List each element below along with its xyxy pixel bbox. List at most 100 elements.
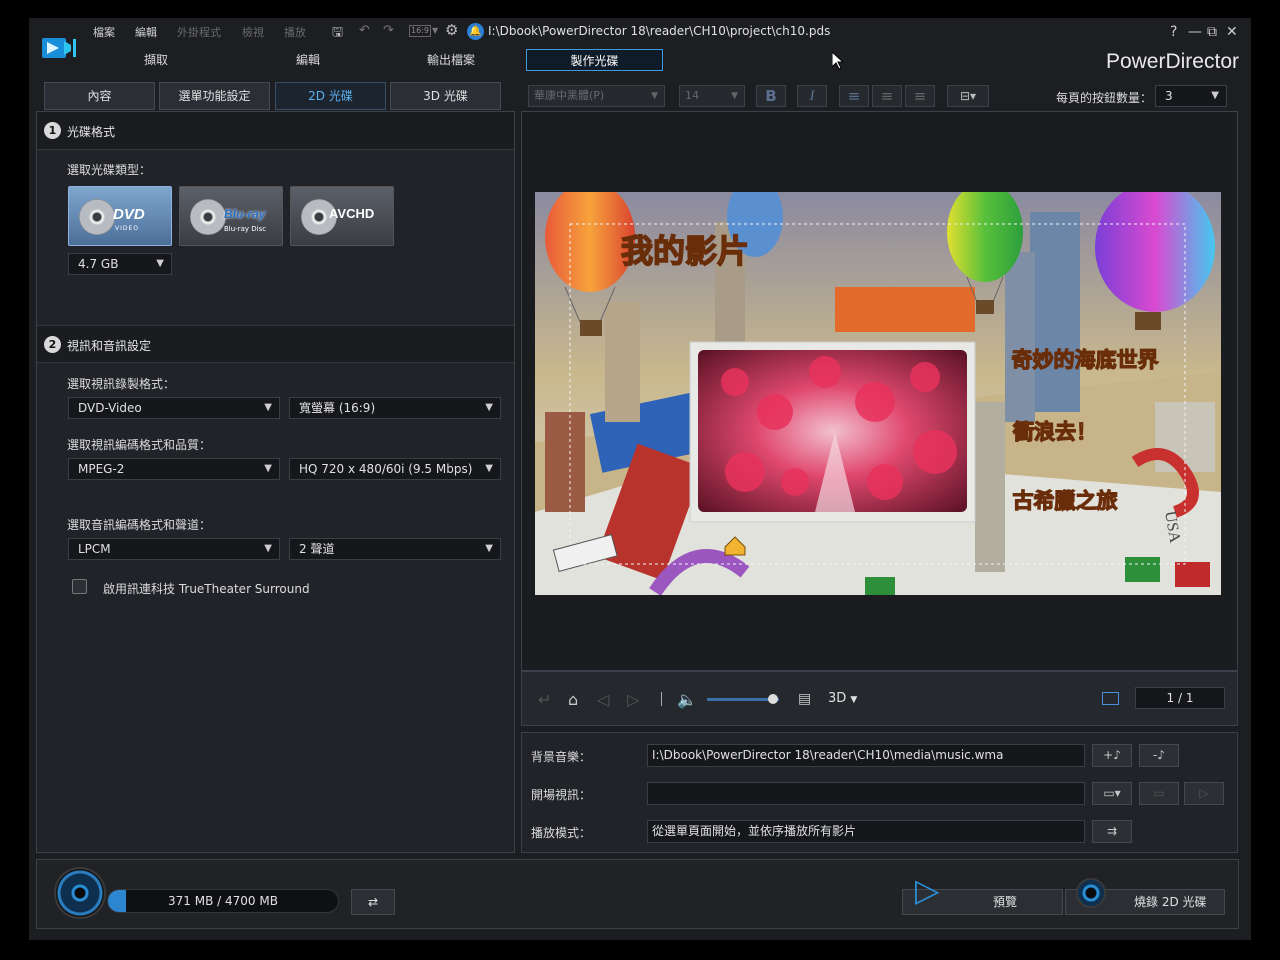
- video-quality-value: HQ 720 x 480/60i (9.5 Mbps): [299, 462, 473, 476]
- chevron-down-icon: ▼: [264, 402, 272, 413]
- font-select[interactable]: 華康中黑體(P) ▼: [528, 85, 665, 107]
- layout-grid-icon[interactable]: ⊟▾: [947, 85, 989, 107]
- play-mode-settings-button[interactable]: ⇉: [1092, 820, 1132, 843]
- help-button[interactable]: ?: [1170, 24, 1177, 40]
- align-left-icon[interactable]: ≡: [839, 85, 869, 107]
- align-center-icon[interactable]: ≡: [872, 85, 902, 107]
- menu-preview-item[interactable]: 衝浪去！: [1011, 419, 1097, 444]
- avchd-disc-button[interactable]: AVCHD: [290, 186, 394, 246]
- redo-icon[interactable]: ↷: [383, 23, 394, 38]
- dvd-disc-button[interactable]: DVD VIDEO: [68, 186, 172, 246]
- section-number: 1: [44, 122, 61, 139]
- intro-video-field[interactable]: [647, 782, 1085, 805]
- truetheater-checkbox[interactable]: [72, 579, 87, 594]
- menu-preview-item[interactable]: 古希臘之旅: [1012, 488, 1118, 513]
- menu-plugins[interactable]: 外掛程式: [177, 24, 221, 40]
- chevron-down-icon: ▼: [1211, 90, 1219, 101]
- font-size-value: 14: [685, 89, 699, 102]
- save-icon[interactable]: 🖫: [332, 23, 343, 45]
- intro-video-label: 開場視訊：: [531, 788, 592, 802]
- align-right-icon[interactable]: ≡: [905, 85, 935, 107]
- video-codec-select[interactable]: MPEG-2 ▼: [68, 458, 280, 480]
- burn-label: 燒錄 2D 光碟: [1134, 895, 1207, 909]
- menu-preview-title: 我的影片: [621, 232, 749, 270]
- mouse-cursor-icon: [831, 50, 845, 70]
- volume-icon[interactable]: 🔈: [677, 690, 697, 709]
- bg-music-field[interactable]: I:\Dbook\PowerDirector 18\reader\CH10\me…: [647, 744, 1085, 767]
- audio-channels-select[interactable]: 2 聲道 ▼: [289, 538, 501, 560]
- close-button[interactable]: ✕: [1226, 24, 1238, 40]
- tab-3d-disc[interactable]: 3D 光碟: [390, 82, 501, 110]
- menu-edit[interactable]: 編輯: [135, 24, 157, 40]
- safe-zone-icon[interactable]: [1102, 692, 1119, 705]
- buttons-per-page-select[interactable]: 3 ▼: [1155, 85, 1227, 107]
- burn-disc-button[interactable]: 燒錄 2D 光碟: [1065, 878, 1225, 915]
- app-logo-icon: [41, 35, 79, 61]
- tab-capture[interactable]: 擷取: [109, 49, 203, 71]
- disc-settings-panel: 1 光碟格式 選取光碟類型： DVD VIDEO Blu-ray Blu-ray…: [36, 111, 515, 853]
- tab-2d-disc[interactable]: 2D 光碟: [275, 82, 386, 110]
- video-quality-select[interactable]: HQ 720 x 480/60i (9.5 Mbps) ▼: [289, 458, 501, 480]
- chevron-down-icon: ▼: [264, 463, 272, 474]
- bluray-logo-sub: Blu-ray Disc: [224, 225, 267, 233]
- add-music-button[interactable]: +♪: [1092, 744, 1132, 767]
- font-size-select[interactable]: 14 ▼: [679, 85, 745, 107]
- bluray-disc-button[interactable]: Blu-ray Blu-ray Disc: [179, 186, 283, 246]
- buttons-per-page-value: 3: [1165, 89, 1173, 103]
- aspect-dropdown-icon[interactable]: ▼: [432, 26, 438, 35]
- notification-bell-icon[interactable]: 🔔: [467, 23, 484, 40]
- video-format-select[interactable]: DVD-Video ▼: [68, 397, 280, 419]
- tab-produce[interactable]: 輸出檔案: [404, 49, 498, 71]
- video-format-label: 選取視訊錄製格式：: [67, 377, 176, 391]
- 3d-mode-toggle[interactable]: 3D ▼: [828, 691, 857, 706]
- play-icon: ▷: [915, 871, 940, 909]
- disc-capacity-select[interactable]: 4.7 GB ▼: [68, 253, 172, 275]
- aspect-ratio-toggle[interactable]: 16:9: [409, 25, 431, 37]
- tab-menu-settings[interactable]: 選單功能設定: [159, 82, 270, 110]
- minimize-button[interactable]: —: [1188, 24, 1202, 40]
- audio-codec-select[interactable]: LPCM ▼: [68, 538, 280, 560]
- bold-button[interactable]: B: [756, 85, 786, 107]
- brand-title: PowerDirector: [1105, 50, 1239, 73]
- project-path: I:\Dbook\PowerDirector 18\reader\CH10\pr…: [488, 24, 831, 38]
- italic-button[interactable]: I: [797, 85, 827, 107]
- undo-icon[interactable]: ↶: [359, 23, 370, 38]
- menu-preview-image[interactable]: 我的影片 奇妙的海底世界 衝浪去！ 古希臘之旅 USA: [535, 192, 1221, 595]
- menu-file[interactable]: 檔案: [93, 24, 115, 40]
- text-format-toolbar: 華康中黑體(P) ▼ 14 ▼ B I ≡ ≡ ≡ ⊟▾ 每頁的按鈕數量： 3 …: [521, 81, 1238, 111]
- chevron-down-icon: ▼: [156, 258, 164, 269]
- settings-gear-icon[interactable]: ⚙: [445, 21, 458, 39]
- volume-slider[interactable]: [707, 694, 779, 704]
- add-intro-video-button[interactable]: ▭▾: [1092, 782, 1132, 805]
- tab-edit[interactable]: 編輯: [261, 49, 355, 71]
- aspect-ratio-select[interactable]: 寬螢幕 (16:9) ▼: [289, 397, 501, 419]
- tab-content[interactable]: 內容: [44, 82, 155, 110]
- chevron-down-icon: ▼: [651, 91, 658, 101]
- prev-icon[interactable]: ◁: [597, 690, 609, 709]
- menu-play[interactable]: 播放: [284, 24, 306, 40]
- return-icon[interactable]: ↵: [538, 690, 551, 709]
- next-icon[interactable]: ▷: [627, 690, 639, 709]
- preview-button[interactable]: ▷ 預覽: [902, 874, 1063, 915]
- menu-preview-item[interactable]: 奇妙的海底世界: [1011, 347, 1159, 372]
- subtitle-icon[interactable]: ▤: [798, 691, 811, 707]
- footer-bar: 371 MB / 4700 MB ⇄ ▷ 預覽 燒錄 2D 光碟: [36, 859, 1239, 929]
- restore-button[interactable]: ⧉: [1207, 24, 1217, 40]
- remove-music-button[interactable]: -♪: [1139, 744, 1179, 767]
- disc-icon: [190, 199, 226, 235]
- section-av-settings: 2 視訊和音訊設定: [37, 325, 514, 363]
- page-indicator: 1 / 1: [1135, 687, 1225, 709]
- section-disc-format: 1 光碟格式: [37, 112, 514, 150]
- menu-view[interactable]: 檢視: [242, 24, 264, 40]
- disc-capacity-bar: 371 MB / 4700 MB: [107, 889, 339, 913]
- audio-codec-label: 選取音訊編碼格式和聲道：: [67, 518, 212, 532]
- home-icon[interactable]: ⌂: [568, 690, 578, 709]
- play-intro-video-button[interactable]: ▷: [1184, 782, 1224, 805]
- switch-capacity-button[interactable]: ⇄: [351, 889, 395, 915]
- bluray-logo: Blu-ray: [224, 207, 266, 221]
- volume-slider-handle[interactable]: [768, 694, 779, 704]
- chevron-down-icon: ▼: [264, 543, 272, 554]
- remove-intro-video-button[interactable]: ▭: [1139, 782, 1179, 805]
- tab-create-disc[interactable]: 製作光碟: [526, 49, 663, 71]
- dvd-logo: DVD: [113, 206, 145, 223]
